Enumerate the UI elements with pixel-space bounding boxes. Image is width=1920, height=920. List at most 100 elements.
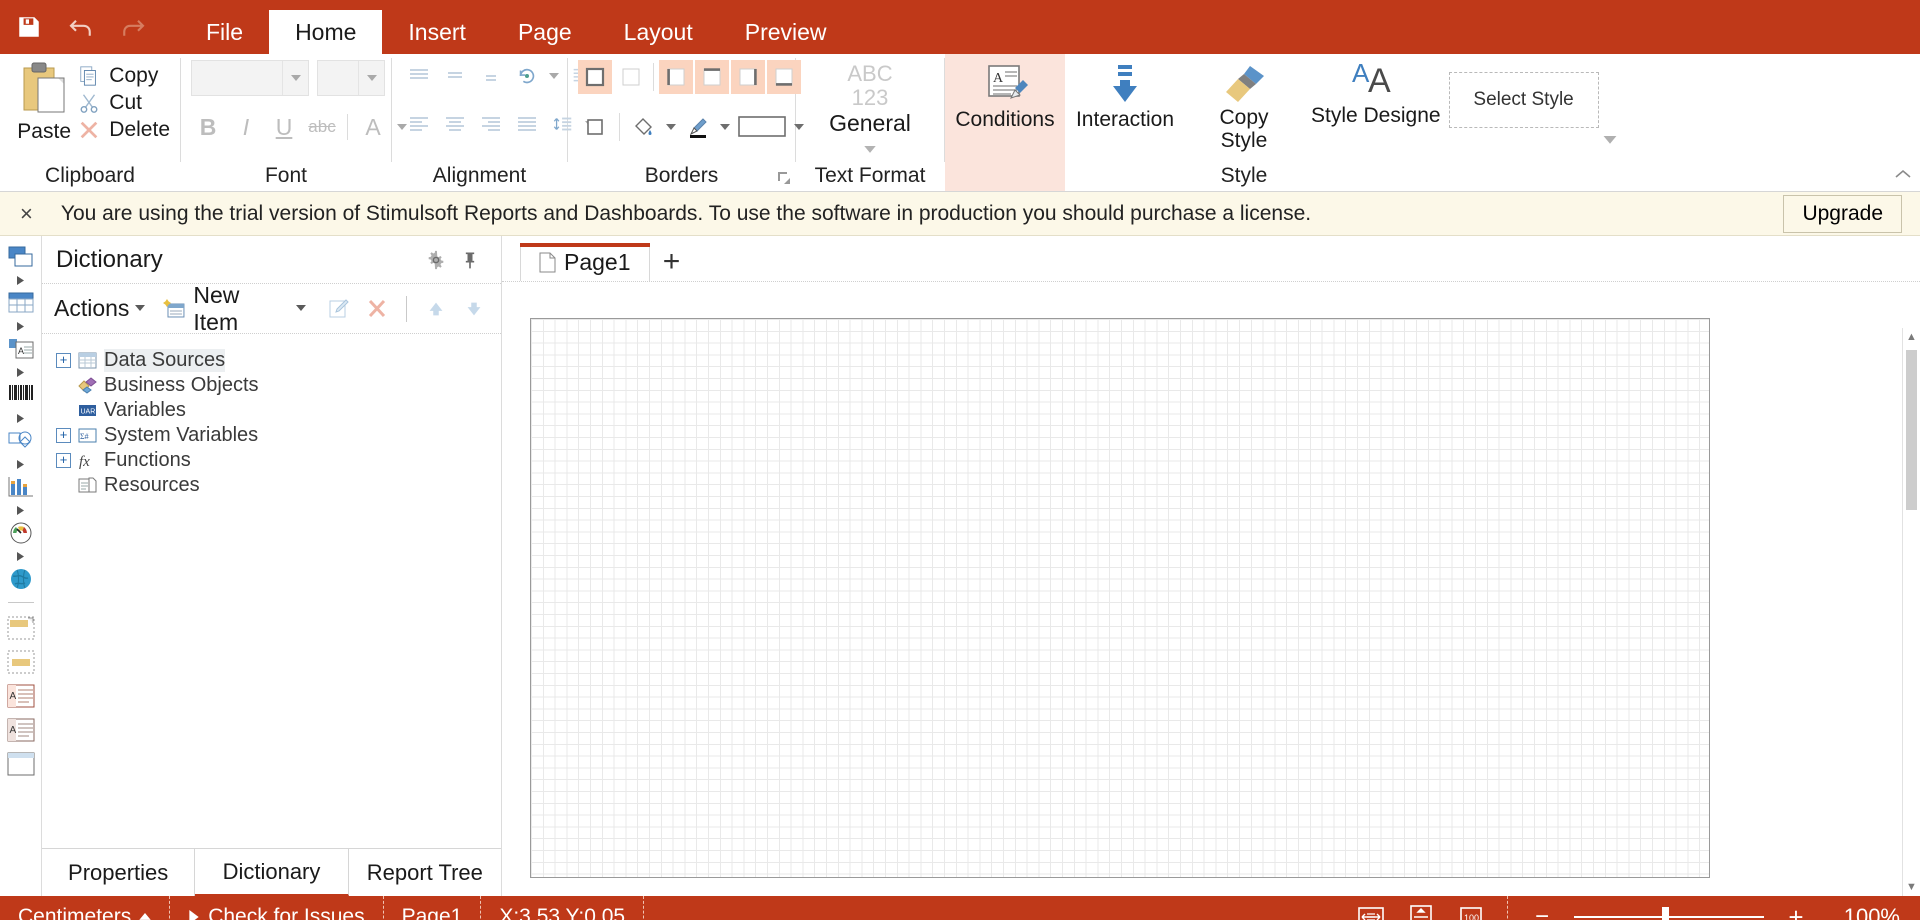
chart-component-icon[interactable] [3,472,39,502]
units-selector[interactable]: Centimeters [0,896,171,920]
menu-tab-file[interactable]: File [180,10,269,54]
expand-arrow-icon[interactable] [3,456,39,472]
close-icon[interactable]: × [14,201,39,227]
menu-tab-home[interactable]: Home [269,10,383,54]
whole-page-view-button[interactable] [1403,903,1439,920]
border-width-button[interactable] [735,110,789,144]
upgrade-button[interactable]: Upgrade [1783,194,1902,233]
expand-arrow-icon[interactable] [3,318,39,334]
zoom-in-button[interactable]: + [1778,902,1814,920]
expander-icon[interactable]: + [56,428,71,443]
expand-arrow-icon[interactable] [3,272,39,288]
table-component-icon[interactable] [3,288,39,318]
page-sheet[interactable] [530,318,1710,878]
expander-icon[interactable]: + [56,453,71,468]
check-issues-button[interactable]: Check for Issues [170,896,384,920]
font-name-combo[interactable] [191,60,309,96]
canvas-vertical-scrollbar[interactable]: ▲ ▼ [1902,328,1920,896]
page-width-view-button[interactable] [1353,903,1389,920]
add-page-button[interactable]: + [650,243,694,281]
actions-menu[interactable]: Actions [54,295,146,322]
tree-item-resources[interactable]: Resources [42,473,501,498]
expand-arrow-icon[interactable] [3,502,39,518]
font-color-button[interactable]: A [356,110,390,144]
map-component-icon[interactable] [3,564,39,594]
border-all-button[interactable] [578,60,612,94]
expand-arrow-icon[interactable] [3,364,39,380]
redo-icon[interactable] [116,10,150,44]
delete-icon[interactable] [362,294,392,324]
chevron-down-icon[interactable] [717,110,733,144]
select-style-box[interactable]: Select Style [1448,72,1599,128]
border-style-button[interactable] [578,110,612,144]
panel-component-icon[interactable] [3,242,39,272]
chevron-down-icon[interactable] [282,61,308,95]
interaction-button[interactable]: Interaction [1065,54,1185,191]
rich-text-band-icon[interactable]: A [3,713,39,747]
align-center-button[interactable] [438,108,472,140]
pin-icon[interactable] [453,243,487,277]
border-top-button[interactable] [695,60,729,94]
delete-button[interactable]: Delete [78,118,170,142]
style-designer-button[interactable]: A A Style Designe [1303,54,1449,191]
tree-item-data-sources[interactable]: + Data Sources [42,348,501,373]
copy-style-button[interactable]: Copy Style [1194,56,1294,152]
chevron-down-icon[interactable] [546,60,562,92]
border-right-button[interactable] [731,60,765,94]
data-band-icon[interactable] [3,611,39,645]
tree-item-functions[interactable]: + fx Functions [42,448,501,473]
align-right-button[interactable] [474,108,508,140]
align-justify-button[interactable] [510,108,544,140]
move-up-icon[interactable] [421,294,451,324]
tab-dictionary[interactable]: Dictionary [195,849,349,896]
chevron-down-icon[interactable] [358,61,384,95]
actual-size-view-button[interactable]: 100 [1453,903,1489,920]
header-band-icon[interactable] [3,645,39,679]
new-item-menu[interactable]: New Item [163,282,307,336]
border-left-button[interactable] [659,60,693,94]
copy-button[interactable]: Copy [78,64,170,88]
tab-report-tree[interactable]: Report Tree [348,849,501,896]
fill-color-button[interactable] [627,110,661,144]
page-tab-page1[interactable]: Page1 [520,243,650,281]
gauge-component-icon[interactable] [3,518,39,548]
expand-arrow-icon[interactable] [3,410,39,426]
align-bottom-button[interactable] [474,60,508,92]
menu-tab-layout[interactable]: Layout [598,10,719,54]
border-color-button[interactable] [681,110,715,144]
paste-button[interactable]: Paste [10,60,78,144]
menu-tab-page[interactable]: Page [492,10,598,54]
textbox-component-icon[interactable]: A [3,334,39,364]
border-none-button[interactable] [614,60,648,94]
underline-button[interactable]: U [267,110,301,144]
tree-item-business-objects[interactable]: Business Objects [42,373,501,398]
strikethrough-button[interactable]: abc [305,110,339,144]
report-canvas[interactable]: ▲ ▼ [502,282,1920,896]
tree-item-system-variables[interactable]: + Σ# System Variables [42,423,501,448]
scroll-up-icon[interactable]: ▲ [1903,328,1920,346]
text-rotation-button[interactable] [510,60,544,92]
align-top-button[interactable] [402,60,436,92]
menu-tab-preview[interactable]: Preview [719,10,853,54]
italic-button[interactable]: I [229,110,263,144]
zoom-out-button[interactable]: − [1524,903,1560,920]
text-band-icon[interactable]: A [3,679,39,713]
move-down-icon[interactable] [459,294,489,324]
align-middle-button[interactable] [438,60,472,92]
zoom-slider-thumb[interactable] [1662,907,1669,920]
shape-component-icon[interactable] [3,426,39,456]
ribbon-collapse-icon[interactable] [1894,167,1912,185]
cut-button[interactable]: Cut [78,91,170,115]
align-left-button[interactable] [402,108,436,140]
undo-icon[interactable] [64,10,98,44]
container-band-icon[interactable] [3,747,39,781]
chevron-down-icon[interactable] [864,136,876,159]
zoom-slider[interactable] [1574,907,1764,920]
chevron-down-icon[interactable] [663,110,679,144]
select-style-dropdown[interactable] [1603,136,1617,191]
font-size-combo[interactable] [317,60,385,96]
borders-dialog-launcher[interactable] [777,171,791,188]
menu-tab-insert[interactable]: Insert [382,10,492,54]
scroll-down-icon[interactable]: ▼ [1903,878,1920,896]
barcode-component-icon[interactable] [3,380,39,410]
